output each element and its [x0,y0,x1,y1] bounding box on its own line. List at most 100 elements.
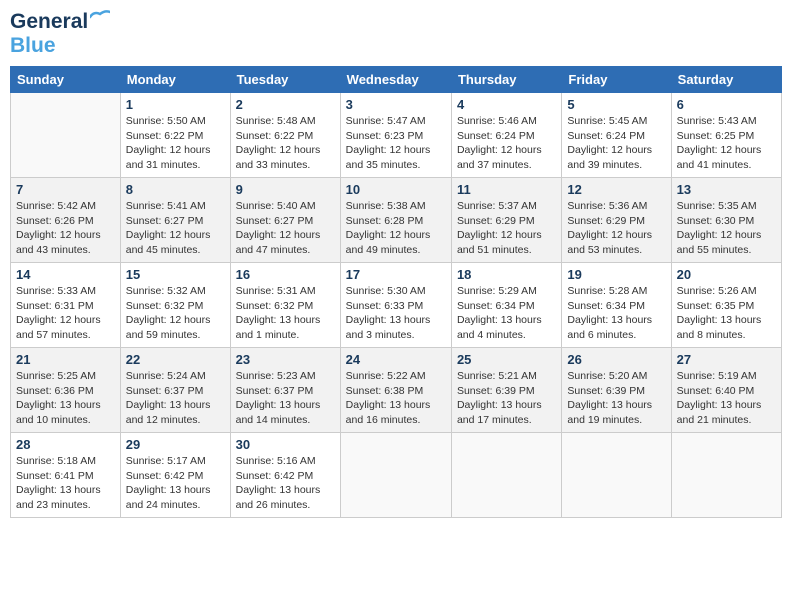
day-info: Sunrise: 5:38 AM Sunset: 6:28 PM Dayligh… [346,199,446,258]
calendar-cell: 24 Sunrise: 5:22 AM Sunset: 6:38 PM Dayli… [340,348,451,433]
calendar-cell: 16 Sunrise: 5:31 AM Sunset: 6:32 PM Dayli… [230,263,340,348]
calendar-cell: 9Sunrise: 5:40 AM Sunset: 6:27 PM Daylig… [230,178,340,263]
day-number: 10 [346,182,446,197]
day-info: Sunrise: 5:43 AM Sunset: 6:25 PM Dayligh… [677,114,776,173]
day-info: Sunrise: 5:25 AM Sunset: 6:36 PM Dayligh… [16,369,115,428]
calendar-table: SundayMondayTuesdayWednesdayThursdayFrid… [10,66,782,518]
calendar-cell [11,93,121,178]
calendar-cell: 13 Sunrise: 5:35 AM Sunset: 6:30 PM Dayli… [671,178,781,263]
calendar-cell: 12Sunrise: 5:36 AM Sunset: 6:29 PM Dayli… [562,178,671,263]
day-number: 3 [346,97,446,112]
day-info: Sunrise: 5:23 AM Sunset: 6:37 PM Dayligh… [236,369,335,428]
calendar-cell: 21 Sunrise: 5:25 AM Sunset: 6:36 PM Dayli… [11,348,121,433]
day-info: Sunrise: 5:19 AM Sunset: 6:40 PM Dayligh… [677,369,776,428]
day-number: 24 [346,352,446,367]
day-number: 1 [126,97,225,112]
calendar-cell: 28 Sunrise: 5:18 AM Sunset: 6:41 PM Dayli… [11,433,121,518]
day-info: Sunrise: 5:45 AM Sunset: 6:24 PM Dayligh… [567,114,665,173]
calendar-cell: 5 Sunrise: 5:45 AM Sunset: 6:24 PM Daylig… [562,93,671,178]
logo-bird-icon [90,10,110,24]
calendar-cell: 30 Sunrise: 5:16 AM Sunset: 6:42 PM Dayli… [230,433,340,518]
day-info: Sunrise: 5:42 AM Sunset: 6:26 PM Dayligh… [16,199,115,258]
day-number: 5 [567,97,665,112]
calendar-cell [451,433,561,518]
day-info: Sunrise: 5:35 AM Sunset: 6:30 PM Dayligh… [677,199,776,258]
day-number: 15 [126,267,225,282]
calendar-cell: 15 Sunrise: 5:32 AM Sunset: 6:32 PM Dayli… [120,263,230,348]
calendar-cell: 22 Sunrise: 5:24 AM Sunset: 6:37 PM Dayli… [120,348,230,433]
day-info: Sunrise: 5:46 AM Sunset: 6:24 PM Dayligh… [457,114,556,173]
day-number: 30 [236,437,335,452]
day-number: 16 [236,267,335,282]
day-number: 2 [236,97,335,112]
calendar-cell: 7 Sunrise: 5:42 AM Sunset: 6:26 PM Daylig… [11,178,121,263]
col-header-tuesday: Tuesday [230,67,340,93]
day-number: 13 [677,182,776,197]
day-info: Sunrise: 5:24 AM Sunset: 6:37 PM Dayligh… [126,369,225,428]
day-info: Sunrise: 5:29 AM Sunset: 6:34 PM Dayligh… [457,284,556,343]
calendar-cell: 19 Sunrise: 5:28 AM Sunset: 6:34 PM Dayli… [562,263,671,348]
day-number: 29 [126,437,225,452]
day-info: Sunrise: 5:37 AM Sunset: 6:29 PM Dayligh… [457,199,556,258]
calendar-cell: 18 Sunrise: 5:29 AM Sunset: 6:34 PM Dayli… [451,263,561,348]
week-row-5: 28 Sunrise: 5:18 AM Sunset: 6:41 PM Dayli… [11,433,782,518]
day-number: 9 [236,182,335,197]
col-header-friday: Friday [562,67,671,93]
calendar-cell: 25Sunrise: 5:21 AM Sunset: 6:39 PM Dayli… [451,348,561,433]
day-number: 19 [567,267,665,282]
day-number: 23 [236,352,335,367]
col-header-thursday: Thursday [451,67,561,93]
day-info: Sunrise: 5:18 AM Sunset: 6:41 PM Dayligh… [16,454,115,513]
calendar-cell: 23 Sunrise: 5:23 AM Sunset: 6:37 PM Dayli… [230,348,340,433]
calendar-cell: 2 Sunrise: 5:48 AM Sunset: 6:22 PM Daylig… [230,93,340,178]
calendar-cell [562,433,671,518]
day-info: Sunrise: 5:22 AM Sunset: 6:38 PM Dayligh… [346,369,446,428]
week-row-1: 1 Sunrise: 5:50 AM Sunset: 6:22 PM Daylig… [11,93,782,178]
day-number: 14 [16,267,115,282]
day-number: 27 [677,352,776,367]
day-number: 25 [457,352,556,367]
calendar-cell: 14 Sunrise: 5:33 AM Sunset: 6:31 PM Dayli… [11,263,121,348]
day-info: Sunrise: 5:48 AM Sunset: 6:22 PM Dayligh… [236,114,335,173]
week-row-4: 21 Sunrise: 5:25 AM Sunset: 6:36 PM Dayli… [11,348,782,433]
day-number: 6 [677,97,776,112]
day-info: Sunrise: 5:17 AM Sunset: 6:42 PM Dayligh… [126,454,225,513]
day-info: Sunrise: 5:30 AM Sunset: 6:33 PM Dayligh… [346,284,446,343]
day-number: 21 [16,352,115,367]
calendar-cell [340,433,451,518]
day-info: Sunrise: 5:41 AM Sunset: 6:27 PM Dayligh… [126,199,225,258]
calendar-cell: 29 Sunrise: 5:17 AM Sunset: 6:42 PM Dayli… [120,433,230,518]
day-info: Sunrise: 5:32 AM Sunset: 6:32 PM Dayligh… [126,284,225,343]
day-info: Sunrise: 5:16 AM Sunset: 6:42 PM Dayligh… [236,454,335,513]
day-number: 11 [457,182,556,197]
day-info: Sunrise: 5:50 AM Sunset: 6:22 PM Dayligh… [126,114,225,173]
day-number: 7 [16,182,115,197]
day-info: Sunrise: 5:33 AM Sunset: 6:31 PM Dayligh… [16,284,115,343]
day-number: 26 [567,352,665,367]
day-number: 22 [126,352,225,367]
week-row-3: 14 Sunrise: 5:33 AM Sunset: 6:31 PM Dayli… [11,263,782,348]
week-row-2: 7 Sunrise: 5:42 AM Sunset: 6:26 PM Daylig… [11,178,782,263]
calendar-cell: 10 Sunrise: 5:38 AM Sunset: 6:28 PM Dayli… [340,178,451,263]
col-header-sunday: Sunday [11,67,121,93]
page-header: General Blue [10,10,782,58]
calendar-cell: 6 Sunrise: 5:43 AM Sunset: 6:25 PM Daylig… [671,93,781,178]
day-info: Sunrise: 5:31 AM Sunset: 6:32 PM Dayligh… [236,284,335,343]
day-number: 28 [16,437,115,452]
calendar-cell: 26 Sunrise: 5:20 AM Sunset: 6:39 PM Dayli… [562,348,671,433]
calendar-cell: 4 Sunrise: 5:46 AM Sunset: 6:24 PM Daylig… [451,93,561,178]
day-info: Sunrise: 5:47 AM Sunset: 6:23 PM Dayligh… [346,114,446,173]
calendar-cell [671,433,781,518]
day-info: Sunrise: 5:26 AM Sunset: 6:35 PM Dayligh… [677,284,776,343]
logo-general: General [10,10,88,34]
day-info: Sunrise: 5:28 AM Sunset: 6:34 PM Dayligh… [567,284,665,343]
header-row: SundayMondayTuesdayWednesdayThursdayFrid… [11,67,782,93]
col-header-saturday: Saturday [671,67,781,93]
col-header-monday: Monday [120,67,230,93]
calendar-cell: 20Sunrise: 5:26 AM Sunset: 6:35 PM Dayli… [671,263,781,348]
day-info: Sunrise: 5:20 AM Sunset: 6:39 PM Dayligh… [567,369,665,428]
day-number: 18 [457,267,556,282]
day-number: 12 [567,182,665,197]
day-number: 4 [457,97,556,112]
logo: General Blue [10,10,110,58]
